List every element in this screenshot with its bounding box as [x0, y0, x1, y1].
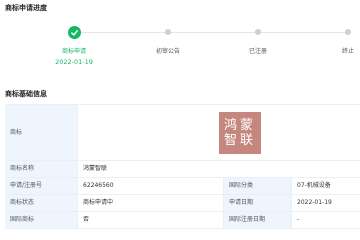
basic-info-table: 商标 鸿蒙 智联 商标名称 鸿蒙智联 申请/注册号 62246560 国际分类 … [5, 104, 360, 229]
logo-cell: 鸿蒙 智联 [78, 105, 360, 160]
label-cell: 国际商标 [5, 212, 78, 228]
international-class-value: 07-机械设备 [297, 182, 331, 189]
label-cell: 商标名称 [5, 161, 78, 177]
table-row: 国际商标 否 国际注册日期 - [5, 212, 360, 229]
basic-info-section-title: 商标基础信息 [5, 90, 47, 98]
label-cell: 国际分类 [224, 178, 292, 194]
step-label-terminated: 终止 [341, 48, 355, 55]
table-row-logo: 商标 鸿蒙 智联 [5, 105, 360, 161]
international-registration-date-value: - [297, 216, 300, 223]
progress-line [80, 32, 168, 33]
table-row: 商标状态 商标申请中 申请日期 2022-01-19 [5, 195, 360, 212]
label-cell: 申请日期 [224, 195, 292, 211]
progress-section-title: 商标申请进度 [5, 4, 47, 12]
step-date-application: 2022-01-19 [55, 58, 93, 66]
table-row: 商标名称 鸿蒙智联 [5, 161, 360, 178]
registration-number-value: 62246560 [78, 178, 224, 194]
step-label-application: 商标申请 [61, 48, 87, 55]
label-cell: 商标状态 [5, 195, 78, 211]
trademark-logo-image[interactable]: 鸿蒙 智联 [219, 111, 261, 154]
logo-text-line: 鸿蒙 [223, 117, 256, 133]
trademark-status-value: 商标申请中 [78, 195, 224, 211]
step-done-check-icon [68, 26, 81, 39]
label-cell: 申请/注册号 [5, 178, 78, 194]
label-cell: 商标 [5, 105, 78, 160]
logo-text-line: 智联 [223, 132, 256, 148]
step-label-registered: 已注册 [248, 48, 268, 55]
trademark-name-value: 鸿蒙智联 [83, 165, 108, 172]
step-pending-dot [165, 29, 171, 35]
progress-line [258, 32, 348, 33]
label-cell: 国际注册日期 [224, 212, 292, 228]
step-pending-dot [345, 29, 351, 35]
trademark-detail-page: 商标申请进度 商标申请 2022-01-19 初审公告 已注册 终止 商标基础信… [0, 0, 360, 240]
table-row: 申请/注册号 62246560 国际分类 07-机械设备 [5, 178, 360, 195]
international-trademark-value: 否 [78, 212, 224, 228]
step-label-preliminary-announcement: 初审公告 [155, 48, 181, 55]
progress-line [168, 32, 258, 33]
step-pending-dot [255, 29, 261, 35]
application-date-value: 2022-01-19 [297, 199, 332, 206]
